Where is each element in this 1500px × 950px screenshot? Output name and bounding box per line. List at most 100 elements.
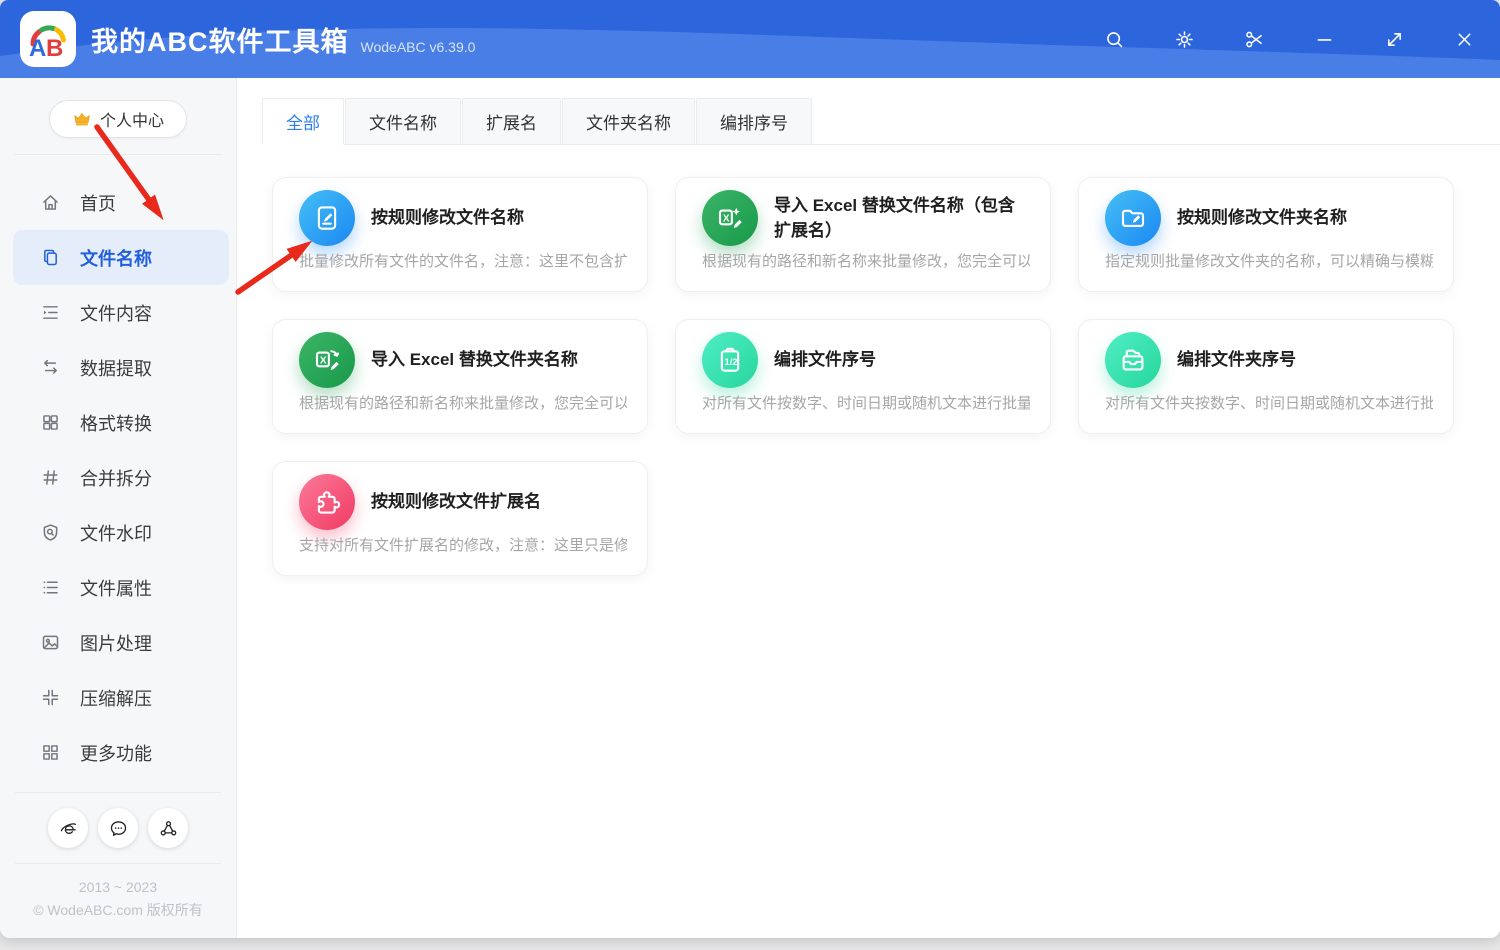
card-head: 按规则修改文件扩展名 bbox=[299, 474, 627, 530]
card-head: X导入 Excel 替换文件名称（包含扩展名） bbox=[702, 190, 1030, 246]
search-button[interactable] bbox=[1097, 22, 1131, 56]
sidebar-nav: 首页文件名称文件内容数据提取格式转换合并拆分文件水印文件属性图片处理压缩解压更多… bbox=[0, 155, 236, 780]
settings-button[interactable] bbox=[1167, 22, 1201, 56]
number-files-icon-badge: 1/2 bbox=[702, 332, 758, 388]
rename-folder-icon bbox=[1118, 203, 1148, 233]
compress-icon bbox=[40, 687, 61, 708]
sidebar-item-merge-split[interactable]: 合并拆分 bbox=[13, 450, 229, 505]
card-description: 对所有文件夹按数字、时间日期或随机文本进行批量修 bbox=[1105, 392, 1433, 413]
card-head: 编排文件夹序号 bbox=[1105, 332, 1433, 388]
home-icon bbox=[40, 192, 61, 213]
sidebar-item-label: 文件名称 bbox=[80, 245, 152, 271]
sidebar-item-file-attributes[interactable]: 文件属性 bbox=[13, 560, 229, 615]
tab-numbering[interactable]: 编排序号 bbox=[696, 98, 812, 145]
file-attributes-icon bbox=[40, 577, 61, 598]
screenshot-button[interactable] bbox=[1237, 22, 1271, 56]
sidebar-item-home[interactable]: 首页 bbox=[13, 175, 229, 230]
card-description: 支持对所有文件扩展名的修改，注意：这里只是修改扩 bbox=[299, 534, 627, 555]
scissors-icon bbox=[1244, 29, 1265, 50]
watermark-icon bbox=[40, 522, 61, 543]
tab-extension[interactable]: 扩展名 bbox=[462, 98, 561, 145]
card-title: 编排文件序号 bbox=[774, 347, 876, 373]
sidebar: 个人中心 首页文件名称文件内容数据提取格式转换合并拆分文件水印文件属性图片处理压… bbox=[0, 78, 237, 938]
sidebar-item-label: 图片处理 bbox=[80, 630, 152, 656]
card-number-folders[interactable]: 编排文件夹序号对所有文件夹按数字、时间日期或随机文本进行批量修 bbox=[1078, 319, 1454, 434]
svg-text:A: A bbox=[29, 35, 46, 62]
copyright: 2013 ~ 2023 © WodeABC.com 版权所有 bbox=[0, 864, 236, 930]
app-title: 我的ABC软件工具箱 bbox=[91, 20, 349, 59]
sidebar-item-label: 文件属性 bbox=[80, 575, 152, 601]
close-button[interactable] bbox=[1447, 22, 1481, 56]
maximize-button[interactable] bbox=[1377, 22, 1411, 56]
sidebar-item-label: 更多功能 bbox=[80, 740, 152, 766]
minimize-button[interactable] bbox=[1307, 22, 1341, 56]
card-rename-extension[interactable]: 按规则修改文件扩展名支持对所有文件扩展名的修改，注意：这里只是修改扩 bbox=[272, 461, 648, 576]
sidebar-item-file-watermark[interactable]: 文件水印 bbox=[13, 505, 229, 560]
card-description: 批量修改所有文件的文件名，注意：这里不包含扩展名 bbox=[299, 250, 627, 271]
card-description: 根据现有的路径和新名称来批量修改，您完全可以利用 bbox=[299, 392, 627, 413]
card-title: 按规则修改文件夹名称 bbox=[1177, 205, 1347, 231]
merge-split-icon-wrap bbox=[40, 467, 61, 488]
share-network-button[interactable] bbox=[148, 808, 188, 848]
svg-text:B: B bbox=[46, 35, 63, 62]
excel-rename-folder-icon: X bbox=[312, 345, 342, 375]
number-folders-icon bbox=[1118, 345, 1148, 375]
browser-button[interactable] bbox=[48, 808, 88, 848]
tab-folder-name[interactable]: 文件夹名称 bbox=[562, 98, 695, 145]
copyright-years: 2013 ~ 2023 bbox=[0, 876, 236, 899]
feature-cards-grid: 按规则修改文件名称批量修改所有文件的文件名，注意：这里不包含扩展名X导入 Exc… bbox=[237, 145, 1500, 576]
card-head: 1/2 编排文件序号 bbox=[702, 332, 1030, 388]
maximize-icon bbox=[1384, 29, 1405, 50]
format-convert-icon bbox=[40, 412, 61, 433]
rename-file-icon-badge bbox=[299, 190, 355, 246]
browser-icon bbox=[58, 818, 79, 839]
card-rename-folder[interactable]: 按规则修改文件夹名称指定规则批量修改文件夹的名称，可以精确与模糊替换 bbox=[1078, 177, 1454, 292]
sidebar-item-label: 首页 bbox=[80, 190, 116, 216]
app-window: A B 我的ABC软件工具箱 WodeABC v6.39.0 bbox=[0, 0, 1500, 938]
file-content-icon bbox=[40, 302, 61, 323]
card-excel-rename-folder[interactable]: X导入 Excel 替换文件夹名称根据现有的路径和新名称来批量修改，您完全可以利… bbox=[272, 319, 648, 434]
sidebar-item-file-name[interactable]: 文件名称 bbox=[13, 230, 229, 285]
rename-extension-icon-badge bbox=[299, 474, 355, 530]
feedback-chat-button[interactable] bbox=[98, 808, 138, 848]
card-rename-file[interactable]: 按规则修改文件名称批量修改所有文件的文件名，注意：这里不包含扩展名 bbox=[272, 177, 648, 292]
close-icon bbox=[1454, 29, 1475, 50]
excel-rename-file-icon-badge: X bbox=[702, 190, 758, 246]
personal-center-button[interactable]: 个人中心 bbox=[49, 100, 187, 138]
titlebar: A B 我的ABC软件工具箱 WodeABC v6.39.0 bbox=[0, 0, 1500, 78]
app-logo: A B bbox=[20, 11, 76, 67]
sidebar-item-image-process[interactable]: 图片处理 bbox=[13, 615, 229, 670]
card-title: 按规则修改文件扩展名 bbox=[371, 489, 541, 515]
tab-file-name[interactable]: 文件名称 bbox=[345, 98, 461, 145]
sidebar-item-label: 压缩解压 bbox=[80, 685, 152, 711]
file-attributes-icon-wrap bbox=[40, 577, 61, 598]
sidebar-item-file-content[interactable]: 文件内容 bbox=[13, 285, 229, 340]
file-name-icon-wrap bbox=[40, 247, 61, 268]
sidebar-item-data-extract[interactable]: 数据提取 bbox=[13, 340, 229, 395]
svg-text:1/2: 1/2 bbox=[725, 357, 738, 367]
number-files-icon: 1/2 bbox=[715, 345, 745, 375]
social-buttons-row bbox=[0, 793, 236, 863]
sidebar-item-label: 文件内容 bbox=[80, 300, 152, 326]
category-tabs: 全部文件名称扩展名文件夹名称编排序号 bbox=[262, 98, 1500, 145]
svg-text:X: X bbox=[320, 355, 327, 366]
sidebar-item-format-convert[interactable]: 格式转换 bbox=[13, 395, 229, 450]
card-excel-rename-file[interactable]: X导入 Excel 替换文件名称（包含扩展名）根据现有的路径和新名称来批量修改，… bbox=[675, 177, 1051, 292]
sidebar-bottom: 2013 ~ 2023 © WodeABC.com 版权所有 bbox=[0, 792, 236, 938]
rename-folder-icon-badge bbox=[1105, 190, 1161, 246]
excel-rename-folder-icon-badge: X bbox=[299, 332, 355, 388]
file-content-icon-wrap bbox=[40, 302, 61, 323]
home-icon-wrap bbox=[40, 192, 61, 213]
personal-center-label: 个人中心 bbox=[100, 107, 164, 131]
more-features-icon-wrap bbox=[40, 742, 61, 763]
gear-icon bbox=[1174, 29, 1195, 50]
sidebar-item-compress[interactable]: 压缩解压 bbox=[13, 670, 229, 725]
minimize-icon bbox=[1314, 29, 1335, 50]
tab-all[interactable]: 全部 bbox=[262, 98, 344, 145]
sidebar-item-more-features[interactable]: 更多功能 bbox=[13, 725, 229, 780]
card-number-files[interactable]: 1/2编排文件序号对所有文件按数字、时间日期或随机文本进行批量修改 bbox=[675, 319, 1051, 434]
card-title: 编排文件夹序号 bbox=[1177, 347, 1296, 373]
main-content: 全部文件名称扩展名文件夹名称编排序号 按规则修改文件名称批量修改所有文件的文件名… bbox=[237, 78, 1500, 938]
rename-file-icon bbox=[312, 203, 342, 233]
app-version: WodeABC v6.39.0 bbox=[361, 39, 476, 55]
